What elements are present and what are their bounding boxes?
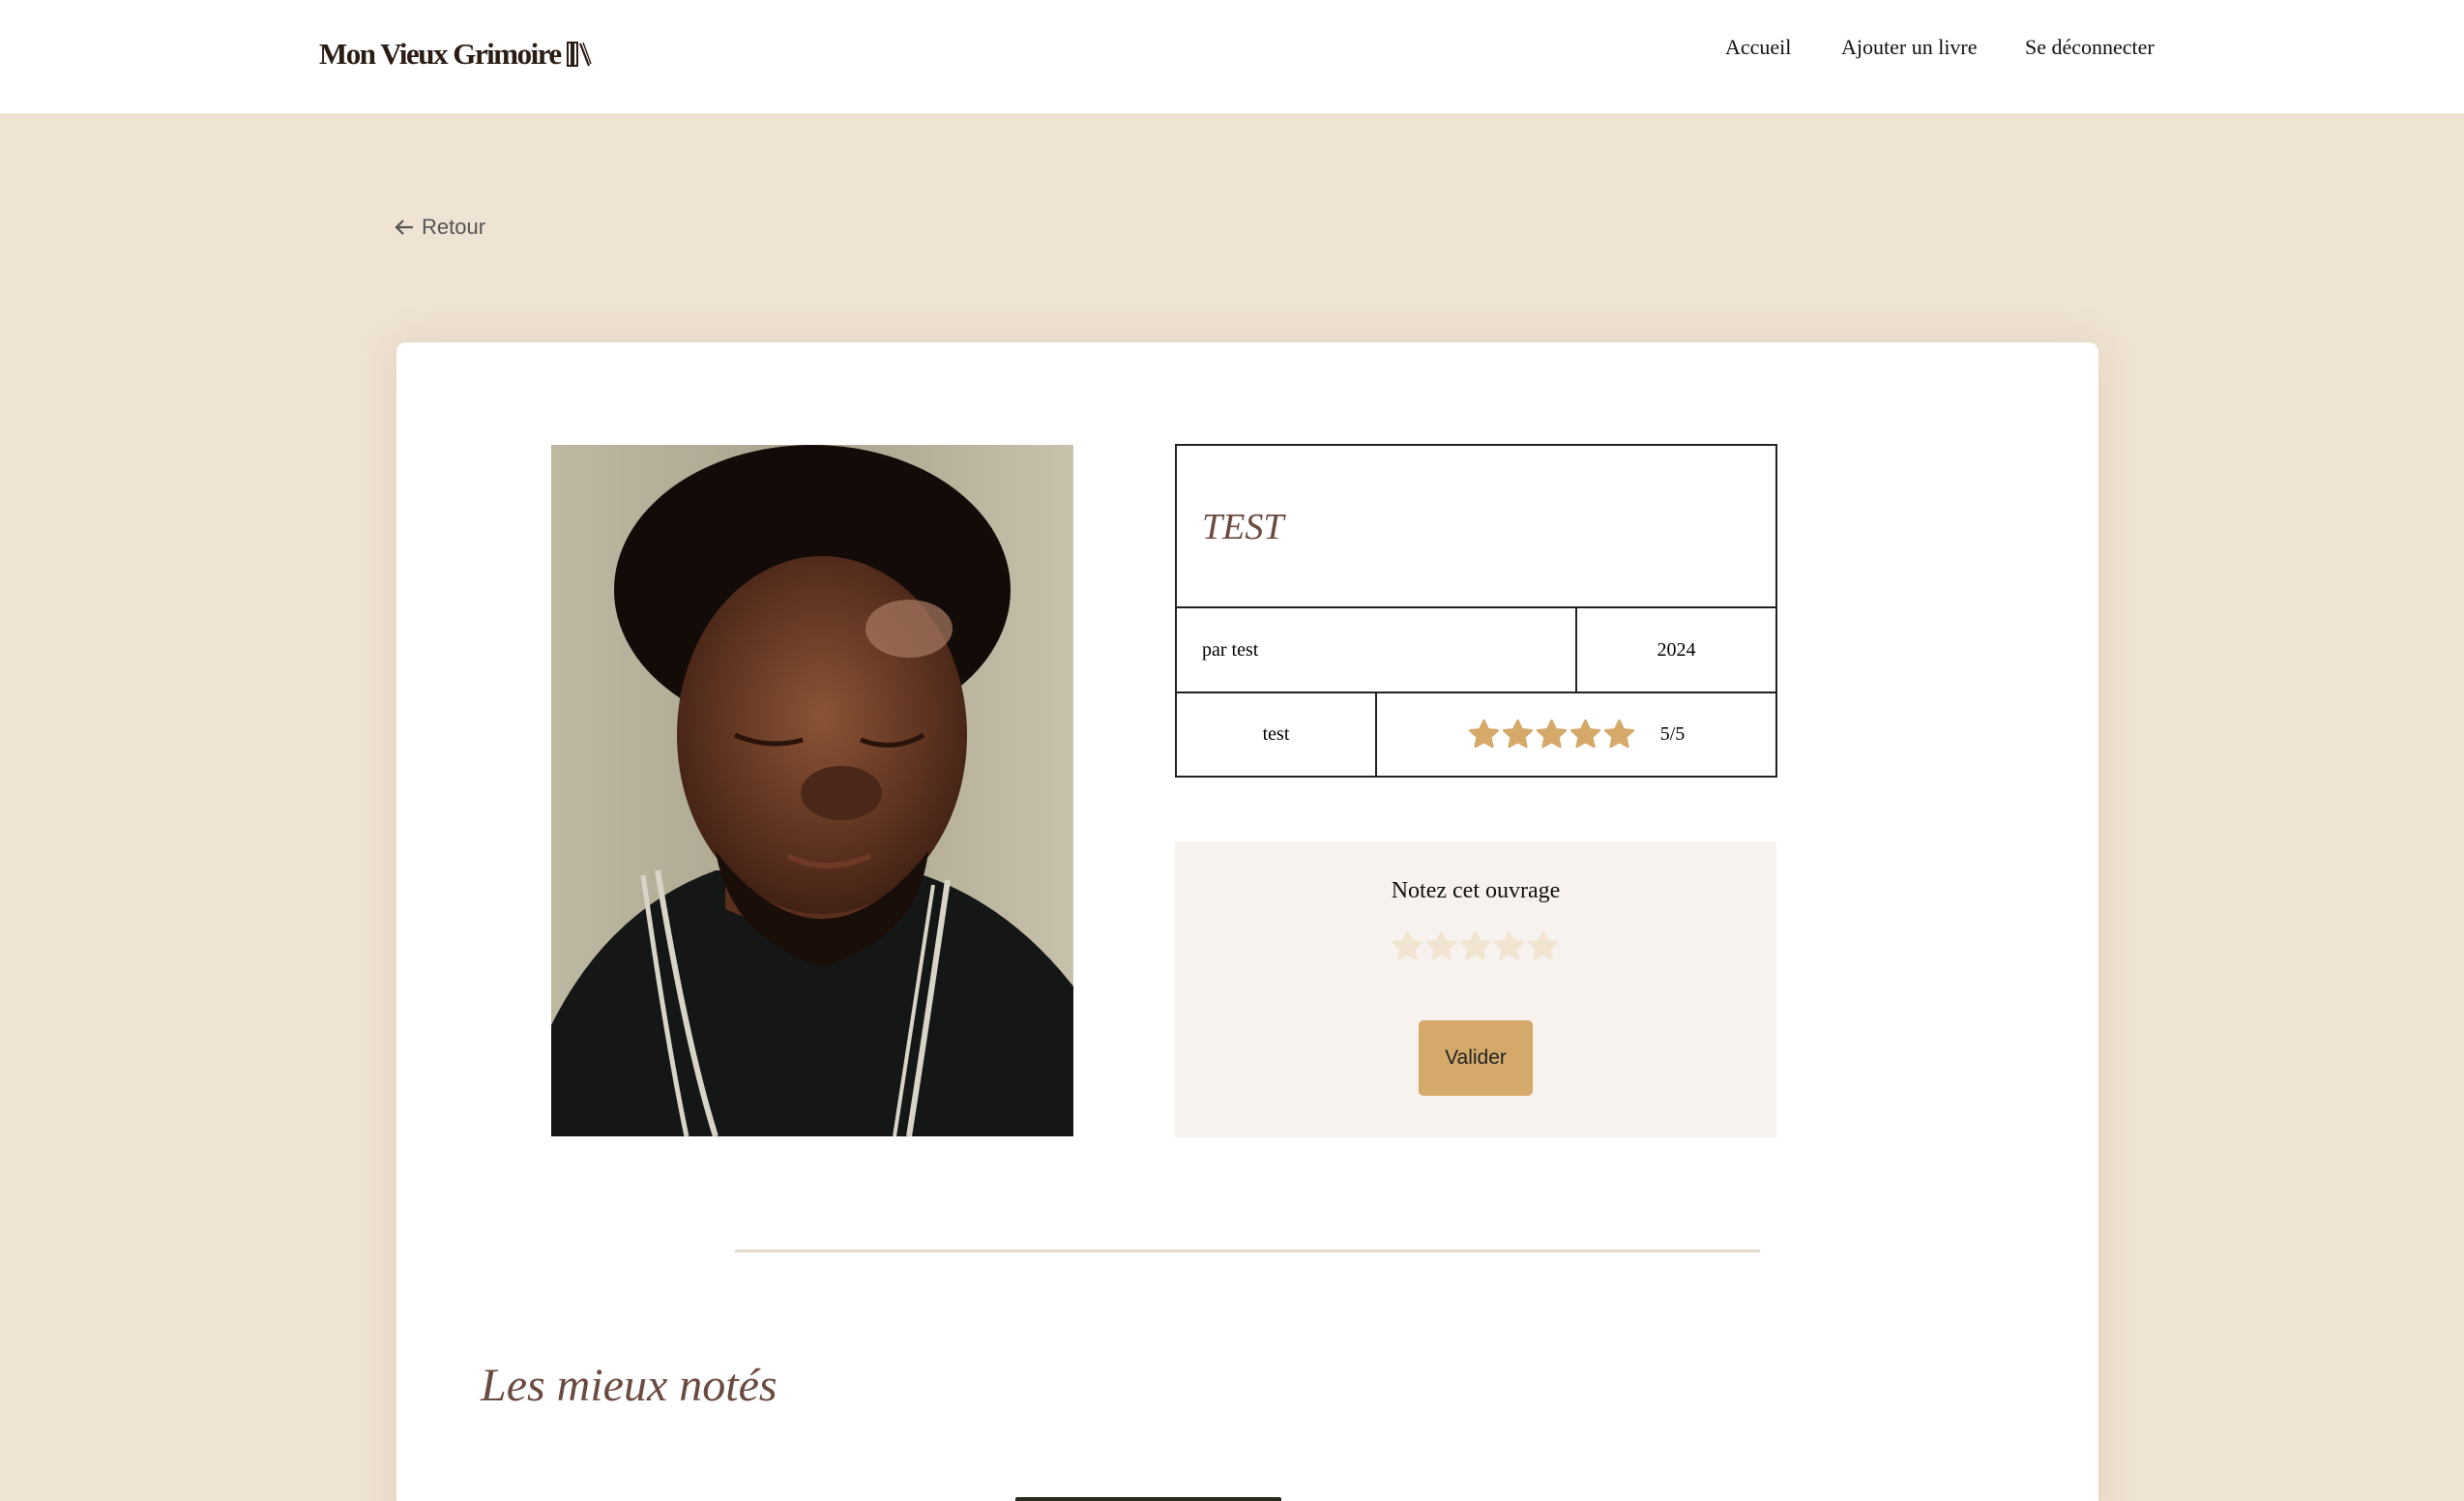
back-label: Retour bbox=[422, 215, 486, 239]
star-icon bbox=[1536, 719, 1567, 749]
star-icon bbox=[1569, 719, 1600, 749]
site-header: Mon Vieux Grimoire Accueil Ajouter un li… bbox=[0, 0, 2464, 113]
star-icon[interactable] bbox=[1459, 930, 1491, 962]
best-rated-book-preview[interactable] bbox=[1015, 1497, 1281, 1501]
star-icon[interactable] bbox=[1425, 930, 1457, 962]
back-link[interactable]: Retour bbox=[395, 215, 485, 240]
book-genre: test bbox=[1177, 693, 1377, 776]
logo-text: Mon Vieux Grimoire bbox=[319, 37, 562, 71]
book-average-rating: 5/5 bbox=[1377, 693, 1775, 776]
nav-logout[interactable]: Se déconnecter bbox=[2025, 35, 2155, 60]
star-icon bbox=[1468, 719, 1499, 749]
books-icon bbox=[566, 42, 592, 67]
book-year: 2024 bbox=[1577, 608, 1775, 693]
average-rating-stars bbox=[1468, 719, 1635, 750]
rate-label: Notez cet ouvrage bbox=[1391, 878, 1561, 903]
author-text: par test bbox=[1202, 638, 1259, 661]
star-icon[interactable] bbox=[1527, 930, 1559, 962]
rate-stars-input[interactable] bbox=[1392, 930, 1559, 962]
book-cover-image bbox=[551, 445, 1073, 1136]
rate-book-panel: Notez cet ouvrage Valider bbox=[1175, 841, 1776, 1137]
best-rated-heading: Les mieux notés bbox=[481, 1360, 777, 1411]
arrow-left-icon bbox=[395, 220, 413, 235]
book-info-table: TEST par test 2024 test 5/5 bbox=[1175, 444, 1777, 778]
book-title: TEST bbox=[1202, 507, 1284, 547]
genre-text: test bbox=[1262, 723, 1290, 745]
year-text: 2024 bbox=[1657, 638, 1696, 661]
nav-home[interactable]: Accueil bbox=[1725, 35, 1791, 60]
star-icon[interactable] bbox=[1392, 930, 1423, 962]
title-row: TEST bbox=[1177, 446, 1775, 608]
star-icon[interactable] bbox=[1493, 930, 1525, 962]
book-author: par test bbox=[1177, 608, 1577, 693]
site-logo[interactable]: Mon Vieux Grimoire bbox=[319, 35, 592, 74]
star-icon bbox=[1502, 719, 1533, 749]
nav-add-book[interactable]: Ajouter un livre bbox=[1841, 35, 1978, 60]
validate-rating-button[interactable]: Valider bbox=[1419, 1020, 1533, 1096]
section-divider bbox=[735, 1250, 1760, 1252]
star-icon bbox=[1603, 719, 1634, 749]
rating-text: 5/5 bbox=[1659, 723, 1686, 745]
